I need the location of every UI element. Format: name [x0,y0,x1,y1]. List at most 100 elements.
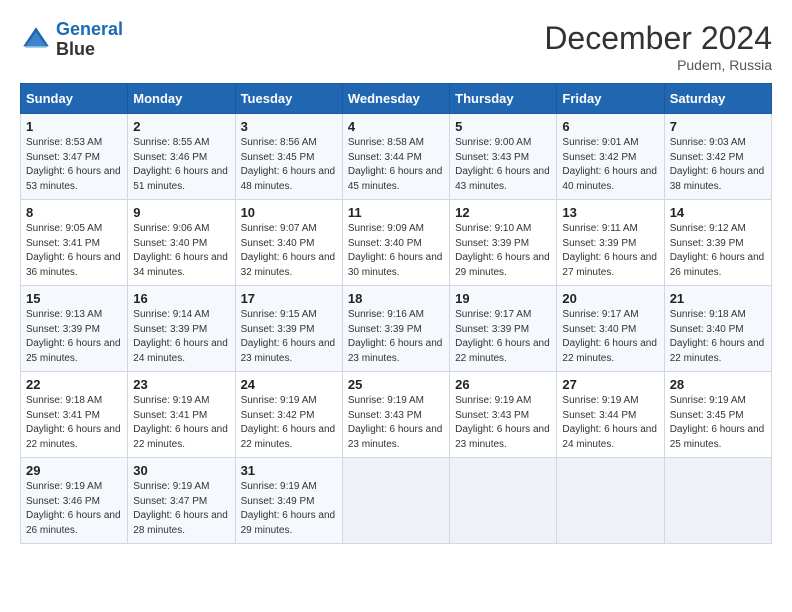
calendar-cell [342,458,449,544]
day-number: 24 [241,377,337,392]
day-number: 6 [562,119,658,134]
day-number: 30 [133,463,229,478]
calendar-cell: 31Sunrise: 9:19 AMSunset: 3:49 PMDayligh… [235,458,342,544]
day-info: Sunrise: 9:01 AMSunset: 3:42 PMDaylight:… [562,136,658,194]
week-row-2: 8Sunrise: 9:05 AMSunset: 3:41 PMDaylight… [21,200,772,286]
day-number: 22 [26,377,122,392]
day-number: 27 [562,377,658,392]
day-number: 18 [348,291,444,306]
col-header-sunday: Sunday [21,84,128,114]
day-number: 20 [562,291,658,306]
calendar-cell [450,458,557,544]
col-header-friday: Friday [557,84,664,114]
col-header-saturday: Saturday [664,84,771,114]
logo-icon [20,24,52,56]
day-info: Sunrise: 9:15 AMSunset: 3:39 PMDaylight:… [241,308,337,366]
week-row-3: 15 Sunrise: 9:13 AMSunset: 3:39 PMDayligh… [21,286,772,372]
calendar-cell: 27 Sunrise: 9:19 AMSunset: 3:44 PMDayligh… [557,372,664,458]
day-number: 12 [455,205,551,220]
day-info: Sunrise: 9:12 AMSunset: 3:39 PMDaylight:… [670,222,766,280]
day-number: 16 [133,291,229,306]
day-number: 29 [26,463,122,478]
day-info: Sunrise: 9:19 AMSunset: 3:41 PMDaylight:… [133,394,229,452]
day-number: 13 [562,205,658,220]
day-number: 17 [241,291,337,306]
logo-text: General Blue [56,20,123,60]
day-number: 3 [241,119,337,134]
day-info: Sunrise: 8:58 AMSunset: 3:44 PMDaylight:… [348,136,444,194]
day-info: Sunrise: 9:19 AMSunset: 3:47 PMDaylight:… [133,480,229,538]
day-info: Sunrise: 8:55 AMSunset: 3:46 PMDaylight:… [133,136,229,194]
calendar-cell: 15 Sunrise: 9:13 AMSunset: 3:39 PMDayligh… [21,286,128,372]
calendar-cell: 3 Sunrise: 8:56 AMSunset: 3:45 PMDaylight… [235,114,342,200]
day-info: Sunrise: 9:09 AMSunset: 3:40 PMDaylight:… [348,222,444,280]
logo-line2: Blue [56,40,123,60]
calendar-cell: 7 Sunrise: 9:03 AMSunset: 3:42 PMDaylight… [664,114,771,200]
day-info: Sunrise: 9:13 AMSunset: 3:39 PMDaylight:… [26,308,122,366]
col-header-tuesday: Tuesday [235,84,342,114]
calendar-cell: 23Sunrise: 9:19 AMSunset: 3:41 PMDayligh… [128,372,235,458]
day-number: 19 [455,291,551,306]
calendar-cell: 12Sunrise: 9:10 AMSunset: 3:39 PMDayligh… [450,200,557,286]
location-subtitle: Pudem, Russia [544,57,772,73]
day-number: 4 [348,119,444,134]
day-info: Sunrise: 9:19 AMSunset: 3:44 PMDaylight:… [562,394,658,452]
month-title: December 2024 [544,20,772,57]
logo-line1: General [56,19,123,39]
day-info: Sunrise: 9:03 AMSunset: 3:42 PMDaylight:… [670,136,766,194]
calendar-cell: 17 Sunrise: 9:15 AMSunset: 3:39 PMDayligh… [235,286,342,372]
calendar-cell: 29 Sunrise: 9:19 AMSunset: 3:46 PMDayligh… [21,458,128,544]
day-info: Sunrise: 9:19 AMSunset: 3:46 PMDaylight:… [26,480,122,538]
calendar-table: SundayMondayTuesdayWednesdayThursdayFrid… [20,83,772,544]
day-number: 14 [670,205,766,220]
day-info: Sunrise: 8:53 AMSunset: 3:47 PMDaylight:… [26,136,122,194]
calendar-cell: 13Sunrise: 9:11 AMSunset: 3:39 PMDayligh… [557,200,664,286]
calendar-cell: 1 Sunrise: 8:53 AMSunset: 3:47 PMDaylight… [21,114,128,200]
day-info: Sunrise: 9:18 AMSunset: 3:40 PMDaylight:… [670,308,766,366]
day-number: 15 [26,291,122,306]
day-number: 21 [670,291,766,306]
day-number: 10 [241,205,337,220]
day-number: 28 [670,377,766,392]
day-info: Sunrise: 9:06 AMSunset: 3:40 PMDaylight:… [133,222,229,280]
day-info: Sunrise: 9:17 AMSunset: 3:39 PMDaylight:… [455,308,551,366]
calendar-cell [557,458,664,544]
day-number: 5 [455,119,551,134]
day-number: 2 [133,119,229,134]
week-row-4: 22Sunrise: 9:18 AMSunset: 3:41 PMDayligh… [21,372,772,458]
calendar-cell: 24 Sunrise: 9:19 AMSunset: 3:42 PMDayligh… [235,372,342,458]
day-info: Sunrise: 9:05 AMSunset: 3:41 PMDaylight:… [26,222,122,280]
calendar-cell: 21 Sunrise: 9:18 AMSunset: 3:40 PMDayligh… [664,286,771,372]
day-info: Sunrise: 9:19 AMSunset: 3:42 PMDaylight:… [241,394,337,452]
calendar-cell: 5 Sunrise: 9:00 AMSunset: 3:43 PMDaylight… [450,114,557,200]
col-header-wednesday: Wednesday [342,84,449,114]
day-info: Sunrise: 9:00 AMSunset: 3:43 PMDaylight:… [455,136,551,194]
calendar-cell: 19 Sunrise: 9:17 AMSunset: 3:39 PMDayligh… [450,286,557,372]
day-number: 7 [670,119,766,134]
page-header: General Blue December 2024 Pudem, Russia [20,20,772,73]
calendar-cell: 9Sunrise: 9:06 AMSunset: 3:40 PMDaylight… [128,200,235,286]
logo: General Blue [20,20,123,60]
day-info: Sunrise: 9:19 AMSunset: 3:43 PMDaylight:… [348,394,444,452]
calendar-header-row: SundayMondayTuesdayWednesdayThursdayFrid… [21,84,772,114]
day-number: 31 [241,463,337,478]
calendar-cell: 8Sunrise: 9:05 AMSunset: 3:41 PMDaylight… [21,200,128,286]
day-info: Sunrise: 9:07 AMSunset: 3:40 PMDaylight:… [241,222,337,280]
day-info: Sunrise: 9:19 AMSunset: 3:45 PMDaylight:… [670,394,766,452]
day-info: Sunrise: 8:56 AMSunset: 3:45 PMDaylight:… [241,136,337,194]
day-info: Sunrise: 9:16 AMSunset: 3:39 PMDaylight:… [348,308,444,366]
day-info: Sunrise: 9:17 AMSunset: 3:40 PMDaylight:… [562,308,658,366]
calendar-cell: 11Sunrise: 9:09 AMSunset: 3:40 PMDayligh… [342,200,449,286]
calendar-cell: 4 Sunrise: 8:58 AMSunset: 3:44 PMDaylight… [342,114,449,200]
calendar-cell: 6 Sunrise: 9:01 AMSunset: 3:42 PMDaylight… [557,114,664,200]
calendar-cell: 18 Sunrise: 9:16 AMSunset: 3:39 PMDayligh… [342,286,449,372]
title-block: December 2024 Pudem, Russia [544,20,772,73]
week-row-5: 29 Sunrise: 9:19 AMSunset: 3:46 PMDayligh… [21,458,772,544]
calendar-cell: 25Sunrise: 9:19 AMSunset: 3:43 PMDayligh… [342,372,449,458]
day-info: Sunrise: 9:19 AMSunset: 3:43 PMDaylight:… [455,394,551,452]
calendar-cell: 10 Sunrise: 9:07 AMSunset: 3:40 PMDayligh… [235,200,342,286]
calendar-cell: 22Sunrise: 9:18 AMSunset: 3:41 PMDayligh… [21,372,128,458]
calendar-cell: 20 Sunrise: 9:17 AMSunset: 3:40 PMDayligh… [557,286,664,372]
day-number: 1 [26,119,122,134]
day-number: 26 [455,377,551,392]
